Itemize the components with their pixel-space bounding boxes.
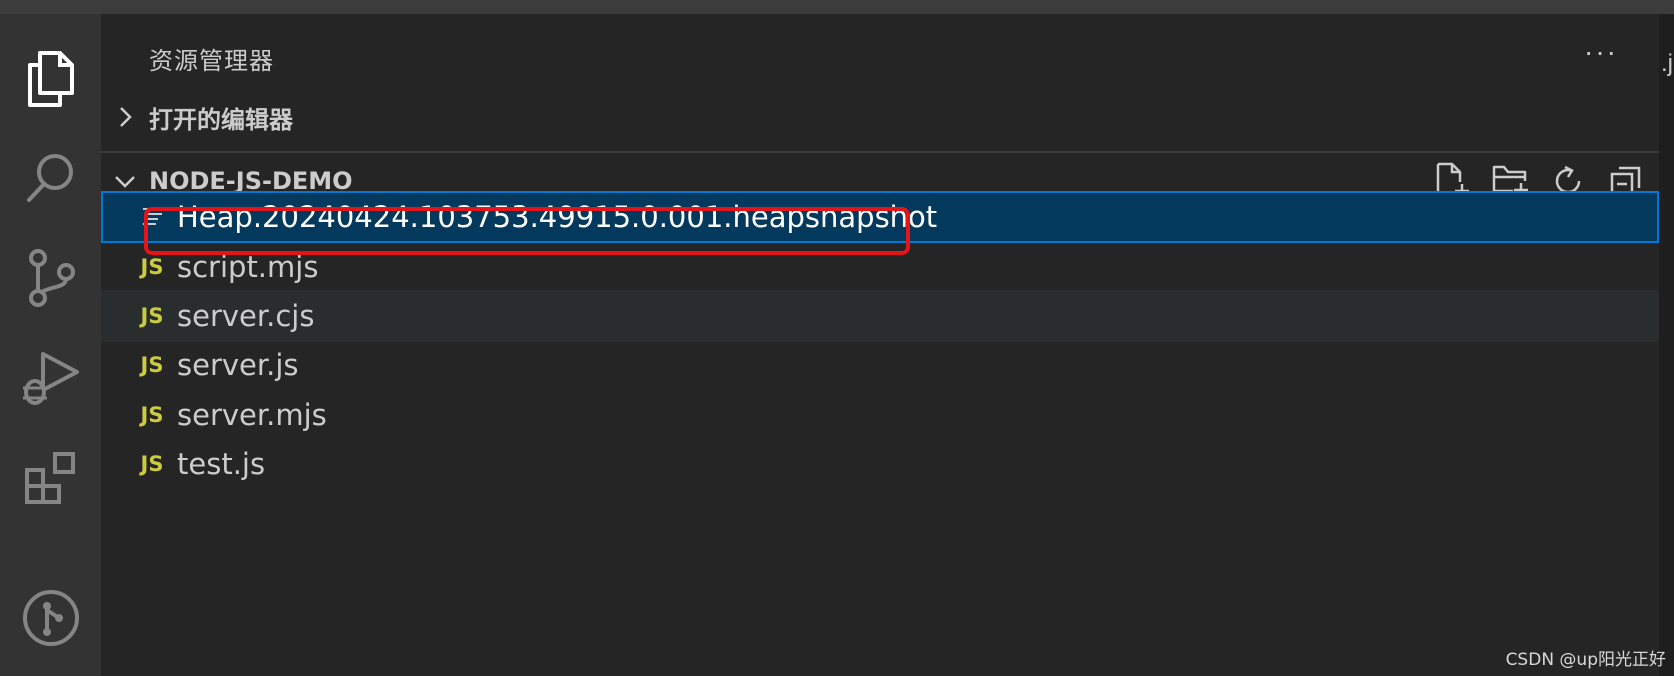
js-icon: JS [140,304,164,328]
section-divider [101,151,1659,153]
file-row[interactable]: JS server.js [101,339,1659,391]
js-icon: JS [140,452,164,476]
file-row[interactable]: JS server.cjs [101,290,1659,342]
activity-extensions[interactable] [0,428,101,528]
title-bar [0,0,1674,14]
editor-tab-fragment[interactable]: .j [1661,50,1673,78]
activity-run-debug[interactable] [0,328,101,428]
editor-area-edge: .j [1659,14,1674,676]
git-graph-icon [22,590,79,646]
run-debug-icon [22,352,79,405]
file-row[interactable]: JS server.mjs [101,389,1659,441]
activity-git-graph[interactable] [0,568,101,668]
files-icon [27,51,74,107]
open-editors-label: 打开的编辑器 [149,105,293,134]
file-name: test.js [177,447,266,481]
js-icon: JS [140,353,164,377]
activity-search[interactable] [0,128,101,228]
extensions-icon [24,452,75,504]
activity-explorer[interactable] [0,28,101,128]
watermark: CSDN @up阳光正好 [1505,650,1666,670]
more-actions-button[interactable]: ··· [1584,38,1618,66]
search-icon [26,154,73,202]
explorer-sidebar: 资源管理器 ··· 打开的编辑器 NODE-JS-DEMO Heap.20240… [101,14,1659,676]
file-name: server.js [177,348,299,382]
js-icon: JS [140,255,164,279]
file-row[interactable]: JS test.js [101,438,1659,490]
activity-source-control[interactable] [0,228,101,328]
annotation-highlight-box [144,207,910,255]
file-name: script.mjs [177,250,319,284]
explorer-title: 资源管理器 [149,47,274,75]
source-control-icon [28,249,75,307]
activity-bar [0,14,101,676]
file-name: server.mjs [177,398,327,432]
chevron-right-icon [111,103,139,131]
js-icon: JS [140,403,164,427]
open-editors-section[interactable]: 打开的编辑器 [101,92,1659,142]
file-name: server.cjs [177,299,315,333]
